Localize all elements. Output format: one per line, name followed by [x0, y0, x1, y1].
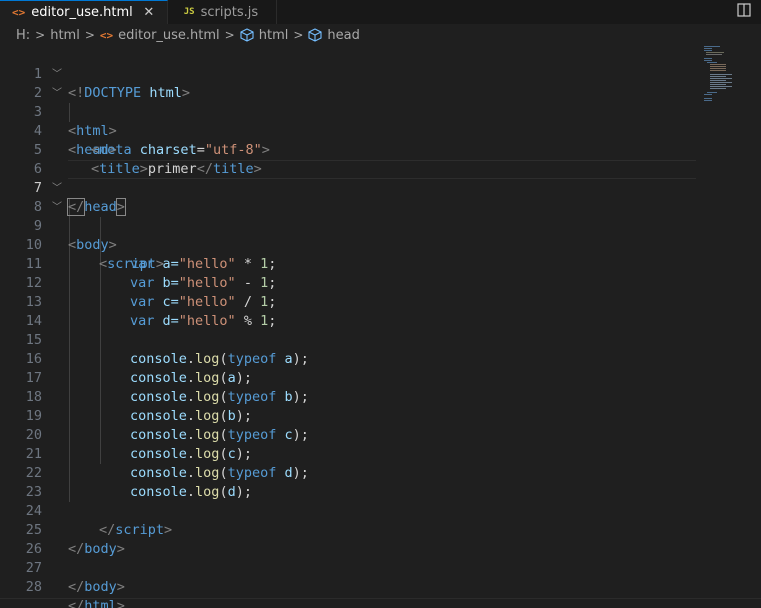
minimap-line [710, 82, 732, 83]
chevron-right-icon: > [84, 28, 95, 42]
breadcrumb-symbol-head[interactable]: head [327, 28, 359, 43]
code-line[interactable]: 9 ﹀ <script> [0, 198, 700, 272]
code-line[interactable]: 6 [0, 141, 700, 177]
symbol-element-icon [308, 28, 322, 42]
code-line[interactable]: 27 </body> [0, 540, 700, 595]
js-file-icon: JS [183, 7, 195, 17]
panel-divider [0, 598, 761, 599]
code-line[interactable]: 28 </html> [0, 559, 700, 608]
code-line[interactable]: 12 var c="hello" / 1; [0, 255, 700, 310]
symbol-element-icon [240, 28, 254, 42]
minimap-line [704, 48, 712, 49]
code-line[interactable]: 13 var d="hello" % 1; [0, 274, 700, 329]
chevron-down-icon[interactable]: ﹀ [51, 198, 63, 217]
editor-window: <> editor_use.html ✕ JS scripts.js H: > … [0, 0, 761, 608]
minimap-line [704, 94, 712, 95]
code-line[interactable]: 25 </body> [0, 502, 700, 557]
code-line-current[interactable]: 7 </head> [0, 160, 700, 216]
minimap-line [710, 64, 726, 65]
minimap-line [704, 58, 712, 59]
code-line[interactable]: 15 console.log(typeof a); [0, 312, 700, 367]
minimap-line [704, 46, 720, 47]
minimap-line [710, 74, 732, 75]
code-line[interactable]: 1 <!DOCTYPE html> [0, 46, 700, 101]
minimap-line [706, 54, 722, 55]
code-text: </body> [68, 579, 125, 595]
code-line[interactable]: 18 console.log(b); [0, 369, 700, 424]
minimap-line [710, 80, 726, 81]
code-line[interactable]: 2 ﹀ <html> [0, 65, 700, 139]
code-line[interactable]: 17 console.log(typeof b); [0, 350, 700, 405]
breadcrumb-drive[interactable]: H: [16, 28, 30, 43]
minimap-line [706, 52, 724, 53]
tab-editor-use-html[interactable]: <> editor_use.html ✕ [0, 0, 168, 24]
chevron-right-icon: > [293, 28, 304, 42]
minimap-line [710, 86, 732, 87]
tab-scripts-js[interactable]: JS scripts.js [167, 0, 278, 24]
line-number: 28 [25, 579, 42, 595]
code-editor[interactable]: 1 <!DOCTYPE html> 2 ﹀ <html> 3 ﹀ <head> … [0, 46, 700, 608]
minimap-line [704, 60, 712, 61]
code-line[interactable]: 26 [0, 521, 700, 557]
code-line[interactable]: 21 console.log(typeof d); [0, 426, 700, 481]
code-line[interactable]: 24 </script> [0, 483, 700, 538]
code-line[interactable]: 20 console.log(c); [0, 407, 700, 462]
code-line[interactable]: 11 var b="hello" - 1; [0, 236, 700, 291]
chevron-down-icon[interactable]: ﹀ [51, 84, 63, 103]
code-line[interactable]: 10 var a="hello" * 1; [0, 217, 700, 272]
minimap-line [704, 100, 712, 101]
minimap-line [704, 98, 712, 99]
code-line[interactable]: 14 [0, 293, 700, 329]
tab-label: scripts.js [200, 4, 259, 20]
html-file-icon: <> [99, 28, 114, 42]
breadcrumb: H: > html > <> editor_use.html > html > … [0, 24, 761, 46]
code-line[interactable]: 23 [0, 464, 700, 500]
breadcrumb-symbol-html[interactable]: html [259, 28, 289, 43]
code-line[interactable]: 19 console.log(typeof c); [0, 388, 700, 443]
html-file-icon: <> [12, 6, 26, 19]
split-editor-icon[interactable] [737, 3, 751, 17]
chevron-down-icon[interactable]: ﹀ [51, 179, 63, 198]
chevron-right-icon: > [224, 28, 235, 42]
minimap-line [710, 76, 726, 77]
minimap-line [710, 84, 726, 85]
code-line[interactable]: 4 <meta charset="utf-8"> [0, 103, 700, 158]
breadcrumb-file[interactable]: editor_use.html [118, 28, 220, 43]
code-line[interactable]: 22 console.log(d); [0, 445, 700, 500]
minimap-line [710, 66, 726, 67]
minimap-line [710, 68, 726, 69]
close-icon[interactable]: ✕ [141, 5, 157, 20]
minimap-line [707, 62, 717, 63]
code-line[interactable]: 8 ﹀ <body> [0, 179, 700, 253]
code-line[interactable]: 16 console.log(a); [0, 331, 700, 386]
chevron-right-icon: > [35, 28, 46, 42]
minimap-line [710, 88, 726, 89]
minimap-line [710, 78, 732, 79]
minimap[interactable] [700, 46, 761, 166]
minimap-line [710, 70, 726, 71]
chevron-down-icon[interactable]: ﹀ [51, 65, 63, 84]
minimap-line [707, 92, 717, 93]
breadcrumb-folder[interactable]: html [50, 28, 80, 43]
tab-label: editor_use.html [31, 5, 133, 20]
tab-bar: <> editor_use.html ✕ JS scripts.js [0, 0, 761, 24]
code-line[interactable]: 5 <title>primer</title> [0, 122, 700, 177]
minimap-line [704, 50, 712, 51]
code-line[interactable]: 3 ﹀ <head> [0, 84, 700, 158]
